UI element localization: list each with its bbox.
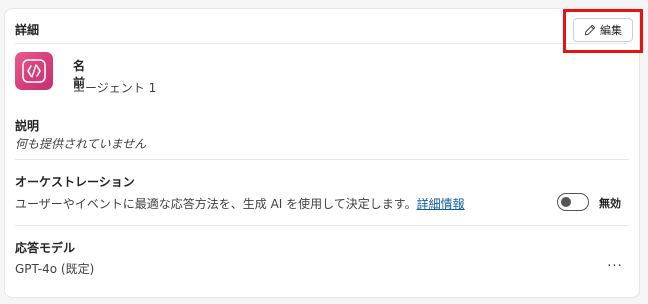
- model-label: 応答モデル: [15, 241, 76, 255]
- section-divider: [15, 225, 629, 226]
- agent-name-value: エージェント 1: [73, 81, 157, 95]
- toggle-state-label: 無効: [599, 197, 621, 210]
- more-options-button[interactable]: ···: [605, 260, 625, 277]
- description-label: 説明: [15, 119, 40, 133]
- details-card: 詳細 編集 名前 エージェント 1 説明 何も提供されていません オーケストレー…: [4, 8, 643, 298]
- description-value: 何も提供されていません: [15, 137, 147, 151]
- orchestration-description: ユーザーやイベントに最適な応答方法を、生成 AI を使用して決定します。詳細情報: [15, 195, 465, 212]
- orchestration-toggle[interactable]: [557, 193, 589, 211]
- agent-avatar: [15, 52, 53, 90]
- toggle-knob: [561, 197, 571, 207]
- edit-button-label: 編集: [600, 24, 622, 37]
- pencil-icon: [584, 24, 596, 36]
- header-divider: [15, 43, 629, 44]
- details-title: 詳細: [15, 23, 40, 37]
- edit-button[interactable]: 編集: [573, 18, 633, 42]
- learn-more-link[interactable]: 詳細情報: [417, 197, 465, 211]
- model-value: GPT-4o (既定): [15, 262, 95, 276]
- orchestration-label: オーケストレーション: [15, 175, 135, 189]
- section-divider: [15, 159, 629, 160]
- details-header: 詳細: [5, 9, 639, 45]
- code-brackets-icon: [22, 59, 46, 83]
- orchestration-text: ユーザーやイベントに最適な応答方法を、生成 AI を使用して決定します。: [15, 197, 417, 211]
